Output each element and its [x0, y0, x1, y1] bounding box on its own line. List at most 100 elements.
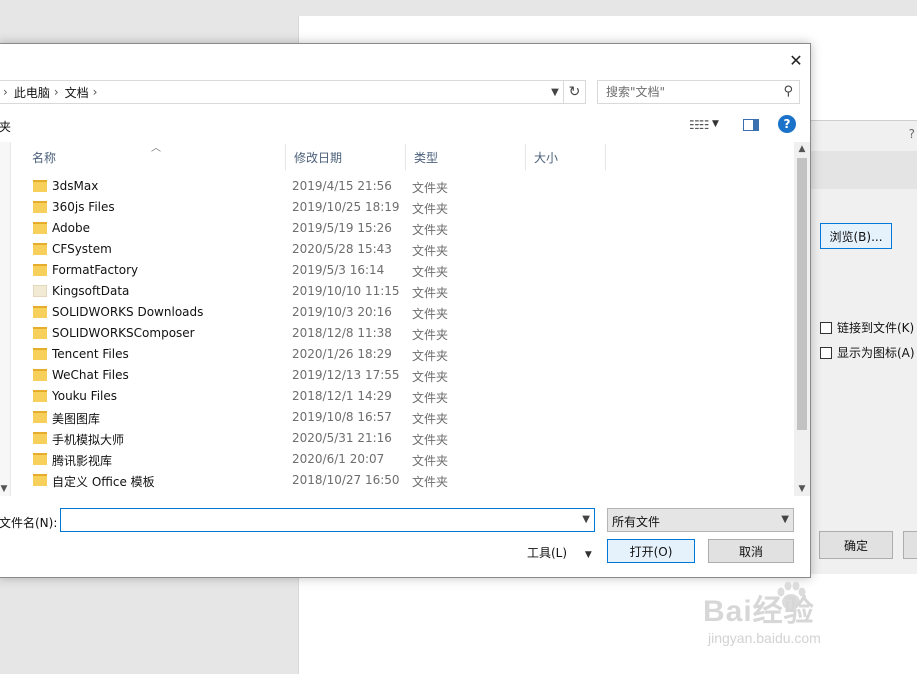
open-file-dialog: ✕ › 此电脑 › 文档 › ▼ ↻ ⚲ 夹 ☷☷ ▼ ? ▼ ︿ 名称 修改日…: [0, 43, 811, 578]
filename-input[interactable]: [61, 509, 571, 531]
file-date: 2018/12/8 11:38: [292, 326, 392, 340]
watermark-logo-text: Bai经验: [703, 595, 815, 628]
chevron-down-icon[interactable]: ▼: [794, 484, 810, 494]
chevron-up-icon[interactable]: ▲: [794, 144, 810, 154]
search-input[interactable]: [606, 85, 766, 99]
close-button[interactable]: ✕: [781, 48, 811, 72]
file-name: 美图图库: [52, 412, 101, 426]
folder-icon: [33, 390, 47, 402]
table-row[interactable]: 手机模拟大师 2020/5/31 21:16 文件夹: [12, 428, 794, 449]
file-name: CFSystem: [52, 242, 112, 256]
file-date: 2020/5/28 15:43: [292, 242, 392, 256]
cancel-button[interactable]: 取消: [708, 539, 794, 563]
ok-button[interactable]: 确定: [819, 531, 893, 559]
tools-menu[interactable]: 工具(L) ▼: [527, 544, 592, 561]
table-row[interactable]: 腾讯影视库 2020/6/1 20:07 文件夹: [12, 449, 794, 470]
file-date: 2019/10/8 16:57: [292, 410, 392, 424]
link-to-file-checkbox[interactable]: 链接到文件(K): [820, 319, 914, 336]
folder-icon: [33, 264, 47, 276]
chevron-down-icon: ▼: [584, 550, 592, 560]
file-type: 文件夹: [412, 244, 449, 258]
filename-combobox[interactable]: ▼: [60, 508, 595, 532]
table-row[interactable]: SOLIDWORKSComposer 2018/12/8 11:38 文件夹: [12, 323, 794, 344]
file-date: 2018/12/1 14:29: [292, 389, 392, 403]
chevron-down-icon[interactable]: ▼: [712, 119, 719, 129]
address-bar[interactable]: › 此电脑 › 文档 › ▼ ↻: [0, 80, 586, 104]
display-as-icon-label: 显示为图标(A): [837, 346, 915, 360]
file-name: 3dsMax: [52, 179, 99, 193]
refresh-icon: ↻: [568, 84, 581, 100]
chevron-down-icon: ▼: [551, 86, 559, 98]
folder-icon: [33, 201, 47, 213]
breadcrumb-this-pc[interactable]: 此电脑: [14, 84, 50, 101]
address-history-dropdown[interactable]: ▼: [547, 83, 563, 101]
table-row[interactable]: WeChat Files 2019/12/13 17:55 文件夹: [12, 365, 794, 386]
chevron-down-icon[interactable]: ▼: [582, 514, 590, 525]
column-header-type-label: 类型: [414, 150, 439, 165]
table-row[interactable]: Adobe 2019/5/19 15:26 文件夹: [12, 218, 794, 239]
search-icon[interactable]: ⚲: [783, 84, 793, 99]
checkbox-box[interactable]: [820, 321, 832, 334]
file-date: 2019/5/19 15:26: [292, 221, 392, 235]
view-options-icon[interactable]: ☷☷: [689, 118, 709, 132]
file-type: 文件夹: [412, 412, 449, 426]
file-type: 文件夹: [412, 223, 449, 237]
filename-label: 文件名(N):: [0, 516, 58, 530]
preview-pane-icon[interactable]: [743, 119, 759, 131]
file-name: SOLIDWORKSComposer: [52, 326, 195, 340]
column-header-date[interactable]: 修改日期: [286, 144, 406, 170]
file-type-filter[interactable]: 所有文件 ▼: [607, 508, 794, 532]
table-row[interactable]: 自定义 Office 模板 2018/10/27 16:50 文件夹: [12, 470, 794, 491]
column-header-name[interactable]: 名称: [24, 144, 286, 170]
table-row[interactable]: Tencent Files 2020/1/26 18:29 文件夹: [12, 344, 794, 365]
nav-pane-scrollbar[interactable]: ▼: [0, 142, 11, 496]
file-name: 自定义 Office 模板: [52, 475, 155, 489]
chevron-right-icon[interactable]: ›: [3, 85, 8, 99]
folder-icon: [33, 348, 47, 360]
help-icon[interactable]: ?: [778, 115, 796, 133]
file-type: 文件夹: [412, 433, 449, 447]
table-row[interactable]: 360js Files 2019/10/25 18:19 文件夹: [12, 197, 794, 218]
table-row[interactable]: CFSystem 2020/5/28 15:43 文件夹: [12, 239, 794, 260]
chevron-right-icon[interactable]: ›: [93, 85, 98, 99]
search-box[interactable]: ⚲: [597, 80, 800, 104]
column-header-name-label: 名称: [32, 150, 57, 165]
column-header-size[interactable]: 大小: [526, 144, 606, 170]
close-icon: ✕: [789, 50, 803, 70]
file-name: WeChat Files: [52, 368, 129, 382]
display-as-icon-checkbox[interactable]: 显示为图标(A): [820, 344, 915, 361]
new-folder-button[interactable]: 夹: [0, 118, 11, 135]
file-date: 2020/5/31 21:16: [292, 431, 392, 445]
file-name: SOLIDWORKS Downloads: [52, 305, 204, 319]
file-type: 文件夹: [412, 286, 449, 300]
background-dialog-band: [805, 151, 917, 189]
column-header-type[interactable]: 类型: [406, 144, 526, 170]
table-row[interactable]: 美图图库 2019/10/8 16:57 文件夹: [12, 407, 794, 428]
table-row[interactable]: Youku Files 2018/12/1 14:29 文件夹: [12, 386, 794, 407]
refresh-button[interactable]: ↻: [563, 81, 585, 103]
file-list: ︿ 名称 修改日期 类型 大小 3dsMax 2019/4/15 21:56 文…: [12, 142, 794, 496]
file-name: Youku Files: [52, 389, 118, 403]
table-row[interactable]: SOLIDWORKS Downloads 2019/10/3 20:16 文件夹: [12, 302, 794, 323]
open-button[interactable]: 打开(O): [607, 539, 695, 563]
chevron-down-icon[interactable]: ▼: [0, 484, 9, 494]
checkbox-box[interactable]: [820, 346, 832, 359]
folder-icon: [33, 327, 47, 339]
file-date: 2019/5/3 16:14: [292, 263, 385, 277]
file-type: 文件夹: [412, 307, 449, 321]
table-row[interactable]: 3dsMax 2019/4/15 21:56 文件夹: [12, 176, 794, 197]
file-date: 2019/12/13 17:55: [292, 368, 400, 382]
file-type-filter-value: 所有文件: [612, 515, 661, 529]
table-row[interactable]: FormatFactory 2019/5/3 16:14 文件夹: [12, 260, 794, 281]
file-type: 文件夹: [412, 370, 449, 384]
file-date: 2019/10/25 18:19: [292, 200, 400, 214]
scrollbar-thumb[interactable]: [797, 158, 807, 430]
background-cancel-button[interactable]: [903, 531, 917, 559]
file-list-scrollbar[interactable]: ▲ ▼: [794, 142, 810, 496]
chevron-right-icon[interactable]: ›: [54, 85, 59, 99]
breadcrumb-documents[interactable]: 文档: [65, 84, 89, 101]
folder-icon: [33, 180, 47, 192]
browse-button[interactable]: 浏览(B)...: [820, 223, 892, 249]
background-help-icon[interactable]: ?: [909, 127, 915, 141]
table-row[interactable]: KingsoftData 2019/10/10 11:15 文件夹: [12, 281, 794, 302]
